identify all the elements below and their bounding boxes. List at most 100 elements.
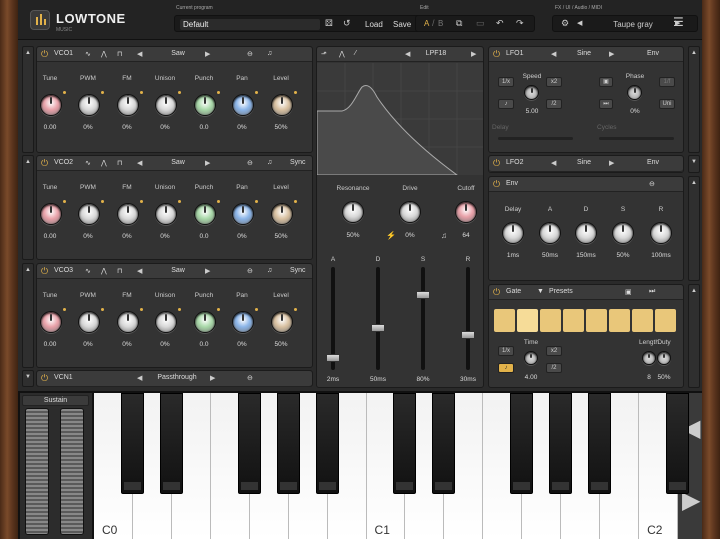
link-icon[interactable]: ⊖ — [247, 50, 253, 58]
sine-wave-icon[interactable]: ∿ — [85, 159, 91, 167]
filter-knob-resonance[interactable] — [342, 201, 364, 223]
gate-presets[interactable]: Presets — [549, 288, 573, 295]
wave-prev-icon[interactable]: ◀ — [137, 50, 142, 58]
copy-icon[interactable]: ⧉ — [456, 18, 462, 29]
black-key[interactable] — [237, 393, 261, 494]
theme-prev-icon[interactable]: ◀ — [577, 18, 582, 29]
undo-icon[interactable]: ↶ — [496, 18, 504, 29]
save-button[interactable]: Save — [393, 19, 411, 30]
black-key[interactable] — [315, 393, 339, 494]
lfo1-prev-icon[interactable]: ◀ — [551, 50, 556, 58]
link-icon[interactable]: ⊖ — [247, 374, 253, 382]
knob-pan[interactable] — [232, 94, 254, 116]
gate-side-button[interactable]: ▲ — [688, 284, 700, 388]
hp-shape-icon[interactable]: ⋀ — [339, 50, 345, 58]
env-knob-r[interactable] — [650, 222, 672, 244]
lfo1-wave[interactable]: Sine — [564, 50, 604, 57]
black-key[interactable] — [588, 393, 612, 494]
env-knob-s[interactable] — [612, 222, 634, 244]
knob-level[interactable] — [271, 94, 293, 116]
gate-step[interactable] — [563, 309, 584, 332]
env-knob-d[interactable] — [575, 222, 597, 244]
bp-shape-icon[interactable]: ⁄ — [355, 50, 356, 57]
filter-prev-icon[interactable]: ◀ — [405, 50, 410, 58]
black-key[interactable] — [510, 393, 534, 494]
time-knob[interactable] — [524, 351, 538, 365]
power-icon[interactable]: ⏻ — [41, 373, 48, 383]
wave-prev-icon[interactable]: ◀ — [137, 159, 142, 167]
knob-unison[interactable] — [155, 203, 177, 225]
filter-next-icon[interactable]: ▶ — [471, 50, 476, 58]
link-icon[interactable]: ⊖ — [247, 267, 253, 275]
gear-icon[interactable]: ⚙ — [561, 18, 569, 29]
speed-knob[interactable] — [524, 85, 539, 100]
gate-step[interactable] — [655, 309, 676, 332]
filter-type[interactable]: LPF18 — [417, 50, 455, 57]
gate-step[interactable] — [494, 309, 515, 332]
link-icon[interactable]: ⊖ — [649, 180, 655, 188]
knob-level[interactable] — [271, 311, 293, 333]
load-button[interactable]: Load — [365, 19, 383, 30]
square-wave-icon[interactable]: ⊓ — [117, 267, 122, 275]
knob-unison[interactable] — [155, 311, 177, 333]
wave-next-icon[interactable]: ▶ — [205, 267, 210, 275]
wave-next-icon[interactable]: ▶ — [205, 159, 210, 167]
black-key[interactable] — [120, 393, 144, 494]
black-key[interactable] — [159, 393, 183, 494]
mode-prev-icon[interactable]: ◀ — [137, 374, 142, 382]
vco1-wave[interactable]: Saw — [152, 50, 204, 57]
save-pattern-icon[interactable]: ▣ — [625, 288, 632, 296]
phase-knob[interactable] — [627, 85, 642, 100]
triangle-wave-icon[interactable]: ⋀ — [101, 159, 107, 167]
knob-fm[interactable] — [117, 311, 139, 333]
adsr-slider-handle[interactable] — [461, 331, 475, 339]
knob-tune[interactable] — [40, 203, 62, 225]
vco3-side-button[interactable]: ▲ — [22, 263, 34, 368]
triangle-wave-icon[interactable]: ⋀ — [101, 50, 107, 58]
speed-div2-button[interactable]: /2 — [546, 99, 562, 109]
square-wave-icon[interactable]: ⊓ — [117, 159, 122, 167]
key-track-icon[interactable]: ♫ — [267, 267, 272, 274]
edit-b-button[interactable]: B — [438, 18, 443, 29]
knob-pwm[interactable] — [78, 94, 100, 116]
env-knob-delay[interactable] — [502, 222, 524, 244]
mode-next-icon[interactable]: ▶ — [210, 374, 215, 382]
lfo1-uni-button[interactable]: Uni — [659, 99, 675, 109]
knob-punch[interactable] — [194, 94, 216, 116]
vcn1-mode[interactable]: Passthrough — [147, 374, 207, 381]
key-track-icon[interactable]: ♫ — [267, 50, 272, 57]
adsr-slider-handle[interactable] — [326, 354, 340, 362]
vco2-wave[interactable]: Saw — [152, 159, 204, 166]
sine-wave-icon[interactable]: ∿ — [85, 50, 91, 58]
speed-x2-button[interactable]: x2 — [546, 77, 562, 87]
randomize-icon[interactable]: ⚄ — [325, 18, 333, 29]
cycles-slider[interactable] — [599, 137, 674, 140]
knob-pwm[interactable] — [78, 311, 100, 333]
knob-pwm[interactable] — [78, 203, 100, 225]
lfo1-next-icon[interactable]: ▶ — [609, 50, 614, 58]
vco2-sync-button[interactable]: Sync — [290, 159, 306, 166]
wave-next-icon[interactable]: ▶ — [205, 50, 210, 58]
adsr-slider-handle[interactable] — [416, 291, 430, 299]
knob-level[interactable] — [271, 203, 293, 225]
knob-punch[interactable] — [194, 311, 216, 333]
paste-icon[interactable]: ▭ — [476, 18, 485, 29]
program-select[interactable]: Default — [180, 19, 320, 30]
vco1-side-button[interactable]: ▲ — [22, 46, 34, 153]
reset-icon[interactable]: ↺ — [343, 18, 351, 29]
key-track-icon[interactable]: ♫ — [267, 159, 272, 166]
black-key[interactable] — [276, 393, 300, 494]
vco2-side-button[interactable]: ▲ — [22, 155, 34, 260]
gate-step[interactable] — [632, 309, 653, 332]
filter-knob-cutoff[interactable] — [455, 201, 477, 223]
power-icon[interactable]: ⏻ — [41, 158, 48, 168]
env-knob-a[interactable] — [539, 222, 561, 244]
note-icon[interactable]: ♪ — [498, 363, 514, 373]
duty-knob[interactable] — [657, 351, 671, 365]
black-key[interactable] — [393, 393, 417, 494]
mod-wheel[interactable] — [60, 408, 84, 535]
gate-step[interactable] — [609, 309, 630, 332]
edit-a-button[interactable]: A — [424, 18, 429, 29]
knob-fm[interactable] — [117, 94, 139, 116]
lfo1-env-toggle[interactable]: Env — [647, 50, 659, 57]
